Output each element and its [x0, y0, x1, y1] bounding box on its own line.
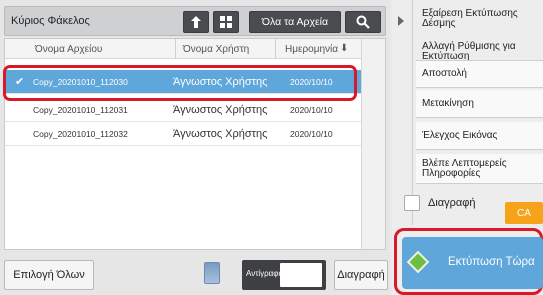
grid-view-button[interactable]	[213, 11, 239, 33]
move-button[interactable]: Μετακίνηση	[416, 90, 543, 118]
list-toolbar: Κύριος Φάκελος Όλα τα Αρχεία	[4, 6, 386, 36]
column-divider	[175, 39, 176, 58]
copies-input[interactable]	[280, 263, 322, 287]
sort-down-icon[interactable]: ⬇	[340, 43, 348, 54]
delete-checkbox-label: Διαγραφή	[428, 197, 476, 209]
column-user-name[interactable]: Όνομα Χρήστη	[183, 44, 249, 55]
trash-icon	[204, 262, 220, 284]
delete-checkbox[interactable]	[404, 195, 420, 211]
file-date: 2020/10/10	[290, 105, 333, 115]
panel-divider	[412, 0, 413, 225]
detail-info-button[interactable]: Βλέπε Λεπτομερείς Πληροφορίες	[416, 154, 543, 184]
file-date: 2020/10/10	[290, 129, 333, 139]
exclude-batch-print-button[interactable]: Εξαίρεση Εκτύπωσης Δέσμης	[416, 4, 543, 34]
copies-control: Αντίγραφα	[242, 260, 326, 290]
scrollbar[interactable]	[361, 39, 385, 249]
all-files-button[interactable]: Όλα τα Αρχεία	[249, 11, 341, 33]
list-bottom-bar: Επιλογή Όλων Αντίγραφα Διαγραφή	[0, 252, 390, 295]
file-name: Copy_20201010_112031	[33, 105, 128, 115]
folder-title: Κύριος Φάκελος	[11, 15, 90, 27]
grid-icon	[220, 16, 232, 28]
send-button[interactable]: Αποστολή	[416, 60, 543, 88]
ca-button[interactable]: CA	[505, 202, 543, 224]
file-list-panel: Κύριος Φάκελος Όλα τα Αρχεία Όνομα Αρχεί…	[0, 0, 390, 295]
collapse-arrow-icon[interactable]	[398, 16, 404, 26]
start-diamond-icon	[406, 250, 430, 274]
file-name: Copy_20201010_112032	[33, 129, 128, 139]
folder-up-button[interactable]	[183, 11, 209, 33]
user-name: Άγνωστος Χρήστης	[173, 128, 268, 140]
table-row[interactable]: Copy_20201010_112032 Άγνωστος Χρήστης 20…	[5, 122, 385, 146]
file-retrieve-screen: Κύριος Φάκελος Όλα τα Αρχεία Όνομα Αρχεί…	[0, 0, 543, 295]
copies-label: Αντίγραφα	[246, 269, 284, 278]
search-icon	[356, 15, 370, 29]
column-date[interactable]: Ημερομηνία	[285, 44, 338, 55]
up-arrow-icon	[191, 16, 201, 28]
delete-button[interactable]: Διαγραφή	[334, 260, 388, 290]
column-file-name[interactable]: Όνομα Αρχείου	[35, 44, 102, 55]
check-image-button[interactable]: Έλεγχος Εικόνας	[416, 122, 543, 150]
print-now-label: Εκτύπωση Τώρα	[448, 256, 535, 268]
selection-highlight-frame	[3, 65, 357, 101]
select-all-button[interactable]: Επιλογή Όλων	[4, 260, 94, 290]
column-header: Όνομα Αρχείου Όνομα Χρήστη Ημερομηνία ⬇	[5, 39, 385, 59]
search-button[interactable]	[345, 11, 381, 33]
print-now-button[interactable]: Εκτύπωση Τώρα	[402, 237, 543, 289]
table-row[interactable]: Copy_20201010_112031 Άγνωστος Χρήστης 20…	[5, 98, 385, 122]
user-name: Άγνωστος Χρήστης	[173, 104, 268, 116]
column-divider	[275, 39, 276, 58]
